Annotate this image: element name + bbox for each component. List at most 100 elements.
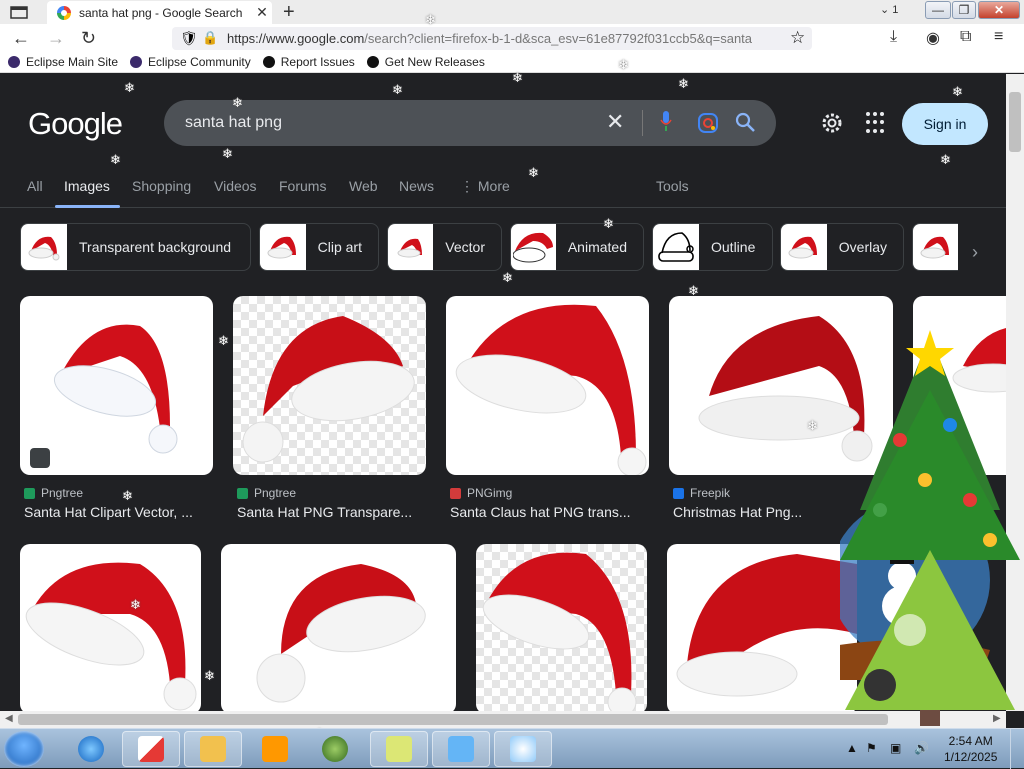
tab-forums[interactable]: Forums (279, 178, 326, 194)
extensions-icon[interactable]: ⧉ (960, 28, 971, 46)
microphone-icon[interactable] (660, 110, 672, 132)
account-icon[interactable]: ◉ (926, 28, 940, 48)
chips-next-arrow-icon[interactable]: › (972, 242, 978, 263)
snowflake-decoration: ❄ (425, 12, 436, 27)
google-apps-icon[interactable] (866, 112, 888, 134)
start-button[interactable] (4, 731, 44, 767)
result-image[interactable] (20, 296, 213, 475)
taskbar-paint[interactable] (494, 731, 552, 767)
chip-overlay[interactable]: Overlay (780, 223, 904, 271)
tab-images[interactable]: Images (64, 178, 110, 194)
chip-transparent-background[interactable]: Transparent background (20, 223, 251, 271)
result-image[interactable] (667, 544, 857, 711)
bookmark-report-issues[interactable]: Report Issues (262, 55, 355, 69)
result-image[interactable] (20, 544, 201, 711)
bookmark-get-new-releases[interactable]: Get New Releases (366, 55, 485, 69)
google-favicon-icon (57, 5, 71, 20)
back-arrow-icon[interactable]: ← (12, 28, 30, 49)
result-card[interactable] (20, 544, 201, 711)
shield-icon[interactable]: 🛡 (180, 30, 198, 47)
google-logo[interactable]: Google (28, 106, 123, 142)
result-title[interactable]: Santa Hat PNG Transpare... (237, 504, 423, 520)
chip-partial[interactable] (912, 223, 958, 271)
new-tab-button[interactable]: + (283, 1, 295, 24)
bookmark-star-icon[interactable]: ☆ (790, 28, 805, 48)
tab-more[interactable]: ⋮ More (460, 178, 510, 195)
result-image[interactable] (446, 296, 649, 475)
santa-hat-thumbnail (781, 224, 827, 270)
url-bar[interactable]: 🛡 🔒 https://www.google.com/search?client… (172, 27, 812, 50)
bookmark-eclipse-community[interactable]: Eclipse Community (130, 55, 251, 69)
tab-count-badge[interactable]: ⌄ 1 (880, 3, 898, 16)
taskbar-editor[interactable] (370, 731, 428, 767)
result-card[interactable] (221, 544, 456, 711)
tab-news[interactable]: News (399, 178, 434, 194)
google-lens-icon[interactable] (697, 112, 719, 134)
chip-animated[interactable]: Animated (510, 223, 644, 271)
chip-outline[interactable]: Outline (652, 223, 773, 271)
result-image[interactable] (221, 544, 456, 711)
maximize-button[interactable]: ❐ (952, 1, 976, 19)
snowflake-decoration: ❄ (130, 597, 141, 612)
result-card[interactable]: PNGimg Santa Claus hat PNG trans... (446, 296, 649, 526)
snowflake-decoration: ❄ (603, 216, 614, 231)
tab-tools[interactable]: Tools (656, 178, 689, 194)
scroll-left-arrow-icon[interactable]: ◀ (5, 713, 13, 724)
result-card[interactable] (476, 544, 647, 711)
show-desktop-button[interactable] (1010, 729, 1024, 769)
chip-clip-art[interactable]: Clip art (259, 223, 379, 271)
result-card[interactable]: Pngtree Santa Hat Clipart Vector, ... (20, 296, 213, 526)
search-box[interactable]: santa hat png ✕ (164, 100, 776, 146)
forward-arrow-icon[interactable]: → (47, 28, 65, 49)
search-icon[interactable] (734, 111, 756, 133)
clock-date: 1/12/2025 (944, 750, 998, 764)
action-center-flag-icon[interactable]: ⚑ (866, 741, 877, 755)
tab-all[interactable]: All (27, 178, 43, 194)
downloads-icon[interactable]: ⤓ (890, 28, 897, 46)
result-image[interactable] (233, 296, 426, 475)
settings-gear-icon[interactable] (820, 111, 844, 135)
taskbar-media-player[interactable] (246, 731, 304, 767)
taskbar-app-1[interactable] (122, 731, 180, 767)
result-card[interactable]: Pngtree Santa Hat PNG Transpare... (233, 296, 426, 526)
tab-videos[interactable]: Videos (214, 178, 257, 194)
taskbar-network[interactable] (306, 731, 364, 767)
santa-hat-thumbnail (511, 224, 556, 270)
result-card[interactable] (667, 544, 857, 711)
tab-web[interactable]: Web (349, 178, 378, 194)
clear-search-icon[interactable]: ✕ (606, 109, 624, 135)
tab-list-icon[interactable] (8, 3, 30, 21)
tab-shopping[interactable]: Shopping (132, 178, 191, 194)
minimize-button[interactable]: — (925, 1, 951, 19)
taskbar-file-explorer[interactable] (184, 731, 242, 767)
windows-taskbar: ▲ ⚑ ▣ 🔊 2:54 AM 1/12/2025 (0, 728, 1024, 769)
tray-expand-icon[interactable]: ▲ (846, 741, 858, 755)
app-icon (138, 736, 164, 762)
taskbar-control-panel[interactable] (432, 731, 490, 767)
tab-close-icon[interactable]: ✕ (252, 4, 272, 21)
scrollbar-thumb[interactable] (18, 714, 888, 725)
result-image[interactable] (476, 544, 647, 711)
close-window-button[interactable]: ✕ (978, 1, 1020, 19)
scrollbar-thumb[interactable] (1009, 92, 1021, 152)
result-title[interactable]: Christmas Hat Png... (673, 504, 863, 520)
sign-in-button[interactable]: Sign in (902, 103, 988, 145)
network-icon[interactable]: ▣ (890, 741, 901, 755)
tab-google-search[interactable]: santa hat png - Google Search ✕ (47, 1, 272, 24)
snowflake-decoration: ❄ (952, 84, 963, 99)
taskbar-internet-explorer[interactable] (62, 731, 120, 767)
lock-icon[interactable]: 🔒 (202, 30, 218, 46)
snowflake-decoration: ❄ (222, 146, 233, 161)
browser-nav-bar: ← → ↻ 🛡 🔒 https://www.google.com/search?… (0, 24, 1024, 52)
bookmark-eclipse-main[interactable]: Eclipse Main Site (8, 55, 118, 69)
chip-vector[interactable]: Vector (387, 223, 502, 271)
url-text[interactable]: https://www.google.com/search?client=fir… (227, 31, 787, 46)
result-title[interactable]: Santa Hat Clipart Vector, ... (24, 504, 210, 520)
system-clock[interactable]: 2:54 AM 1/12/2025 (944, 733, 997, 765)
reload-icon[interactable]: ↻ (81, 28, 96, 49)
result-title[interactable]: Santa Claus hat PNG trans... (450, 504, 646, 520)
menu-icon[interactable]: ≡ (994, 28, 1003, 46)
search-input[interactable]: santa hat png (185, 114, 282, 132)
volume-icon[interactable]: 🔊 (914, 741, 929, 755)
snowflake-decoration: ❄ (392, 82, 403, 97)
